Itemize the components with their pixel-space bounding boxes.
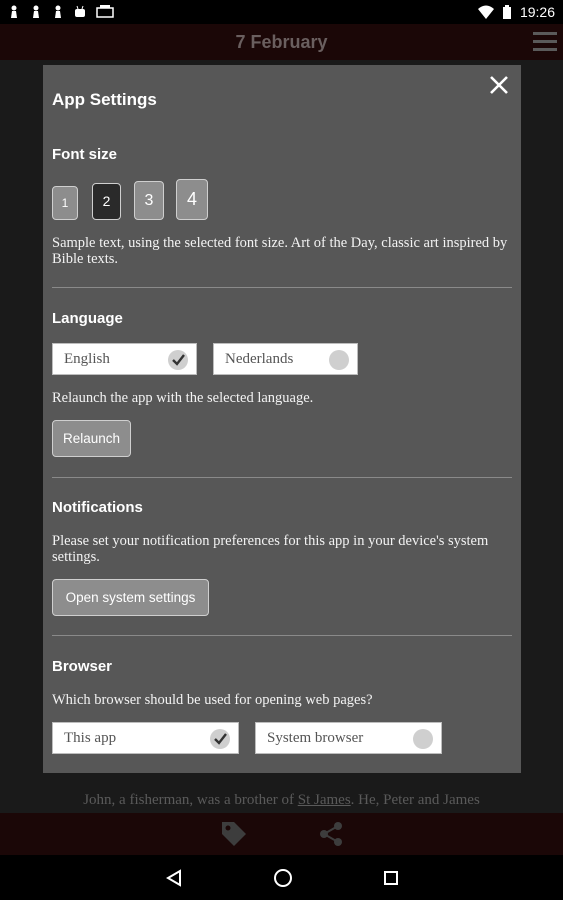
- browser-heading: Browser: [52, 658, 113, 675]
- browser-question: Which browser should be used for opening…: [52, 692, 373, 708]
- app-bar: 7 February: [0, 24, 563, 60]
- font-size-sample-text: Sample text, using the selected font siz…: [52, 235, 508, 267]
- divider: [52, 287, 512, 288]
- clock: 19:26: [519, 4, 555, 20]
- language-option-label: Nederlands: [225, 350, 294, 367]
- language-option-english[interactable]: English: [52, 343, 197, 375]
- chess-pawn-icon: [55, 5, 61, 18]
- chess-pawn-icon: [33, 5, 39, 18]
- battery-icon: [502, 5, 511, 19]
- notifications-text: Please set your notification preferences…: [52, 533, 489, 565]
- background-text-start: John, a fisherman, was a brother of: [83, 792, 298, 808]
- font-size-4-button[interactable]: 4: [176, 179, 208, 220]
- status-bar: 19:26: [0, 0, 563, 24]
- navigation-bar: [0, 855, 563, 900]
- dialog-title: App Settings: [52, 90, 157, 109]
- app-notification-icon: [96, 5, 114, 18]
- checkmark-icon: [210, 729, 230, 749]
- divider: [52, 477, 512, 478]
- menu-icon[interactable]: [533, 32, 557, 52]
- bottom-bar: [0, 813, 563, 855]
- browser-option-label: System browser: [267, 729, 364, 746]
- chess-pawn-icon: [11, 5, 17, 18]
- radio-circle-icon: [413, 729, 433, 749]
- font-size-3-button[interactable]: 3: [134, 181, 164, 220]
- notification-icons: [8, 5, 114, 19]
- background-text-end: . He, Peter and James: [350, 792, 480, 808]
- notifications-heading: Notifications: [52, 499, 143, 516]
- divider: [52, 635, 512, 636]
- close-icon[interactable]: [487, 73, 511, 97]
- browser-option-this-app[interactable]: This app: [52, 722, 239, 754]
- language-heading: Language: [52, 310, 123, 327]
- language-option-label: English: [64, 350, 110, 367]
- back-icon[interactable]: [165, 868, 183, 887]
- font-size-2-button[interactable]: 2: [92, 183, 121, 220]
- page-title: 7 February: [235, 31, 328, 52]
- wifi-icon: [477, 5, 494, 19]
- home-icon[interactable]: [273, 868, 293, 888]
- browser-option-system-browser[interactable]: System browser: [255, 722, 442, 754]
- tag-icon[interactable]: [220, 820, 248, 848]
- system-icons: 19:26: [477, 4, 555, 20]
- android-icon: [75, 5, 85, 17]
- language-option-nederlands[interactable]: Nederlands: [213, 343, 358, 375]
- recents-icon[interactable]: [383, 870, 399, 886]
- browser-option-label: This app: [64, 729, 117, 746]
- share-icon[interactable]: [318, 821, 344, 847]
- radio-circle-icon: [329, 350, 349, 370]
- relaunch-button[interactable]: Relaunch: [52, 420, 131, 457]
- language-note: Relaunch the app with the selected langu…: [52, 390, 314, 406]
- settings-dialog: App Settings Font size 1 2 3 4 Sample te…: [43, 65, 521, 773]
- font-size-heading: Font size: [52, 146, 118, 163]
- open-system-settings-button[interactable]: Open system settings: [52, 579, 209, 616]
- font-size-1-button[interactable]: 1: [52, 186, 78, 220]
- background-text: John, a fisherman, was a brother of St J…: [0, 792, 563, 809]
- background-link[interactable]: St James: [298, 792, 351, 808]
- checkmark-icon: [168, 350, 188, 370]
